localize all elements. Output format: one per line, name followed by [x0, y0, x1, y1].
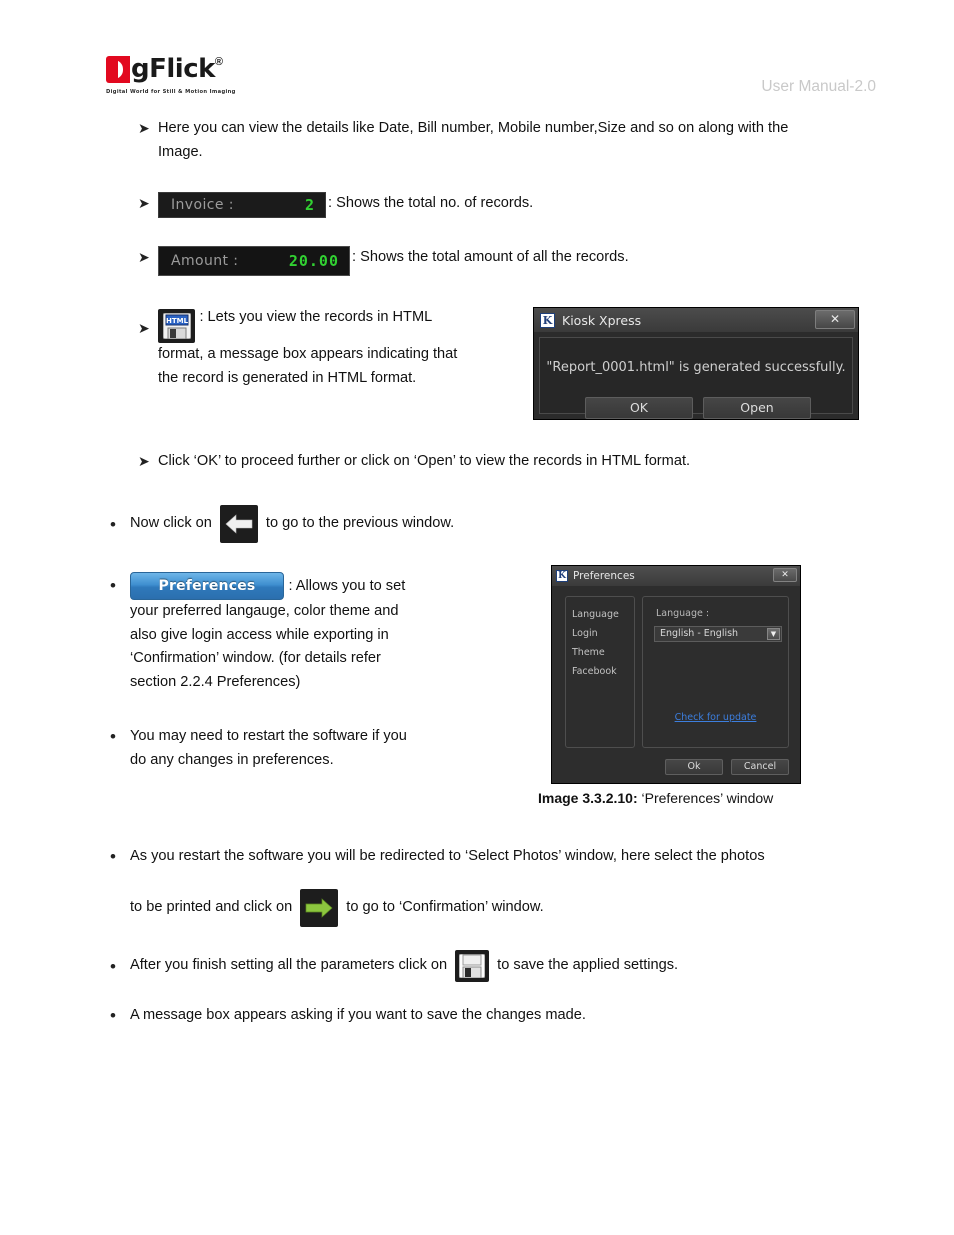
cancel-button[interactable]: Cancel	[731, 759, 789, 775]
open-button[interactable]: Open	[703, 397, 811, 419]
preferences-button-row: Ok Cancel	[665, 759, 789, 775]
page-header: gFlick ® Digital World for Still & Motio…	[0, 0, 954, 110]
html-save-icon[interactable]: HTML	[158, 309, 195, 343]
caption-text: ‘Preferences’ window	[637, 790, 774, 806]
language-select[interactable]: English - English ▼	[654, 626, 782, 642]
save-prefix-label: After you finish setting all the paramet…	[130, 957, 448, 974]
image-caption: Image 3.3.2.10: ‘Preferences’ window	[538, 790, 773, 806]
list-item-html-export: ➤ HTML : Lets you view the records in HT…	[138, 306, 478, 390]
close-icon[interactable]: ✕	[773, 568, 797, 582]
manual-version-label: User Manual-2.0	[761, 78, 876, 95]
sidebar-item-theme[interactable]: Theme	[572, 643, 634, 662]
kiosk-dialog-body: "Report_0001.html" is generated successf…	[539, 337, 853, 419]
kiosk-dialog-title: Kiosk Xpress	[562, 312, 642, 328]
select-photos-suffix: to go to ‘Confirmation’ window.	[346, 898, 544, 915]
html-export-description: : Lets you view the records in HTML form…	[158, 309, 458, 386]
preferences-titlebar[interactable]: K Preferences ✕	[552, 566, 800, 586]
check-for-update-link[interactable]: Check for update	[643, 712, 788, 723]
arrow-bullet-icon: ➤	[138, 250, 150, 266]
floppy-disk-html-glyph: HTML	[162, 313, 191, 339]
invoice-display-widget: Invoice : 2	[158, 192, 326, 218]
kiosk-dialog-message: "Report_0001.html" is generated successf…	[546, 360, 846, 375]
list-item-message-box: • A message box appears asking if you wa…	[110, 1004, 810, 1028]
svg-text:HTML: HTML	[165, 317, 188, 325]
forward-arrow-button[interactable]	[300, 888, 339, 927]
caption-label: Image 3.3.2.10:	[538, 790, 638, 806]
list-item-ok-open: ➤ Click ‘OK’ to proceed further or click…	[138, 450, 838, 474]
invoice-value: 2	[304, 196, 315, 214]
dot-bullet-icon: •	[110, 576, 116, 595]
dot-bullet-icon: •	[110, 1006, 116, 1025]
invoice-description: : Shows the total no. of records.	[328, 195, 534, 211]
preferences-button[interactable]: Preferences	[130, 572, 284, 600]
preferences-line-3: also give login access while exporting i…	[130, 626, 389, 643]
preferences-description-inline: : Allows you to set	[288, 578, 406, 595]
dot-bullet-icon: •	[110, 514, 116, 534]
back-suffix-label: to go to the previous window.	[265, 515, 455, 532]
list-item-label: Here you can view the details like Date,…	[158, 120, 789, 160]
restart-line-1: You may need to restart the software if …	[130, 728, 407, 744]
preferences-sidebar: Language Login Theme Facebook	[565, 596, 635, 748]
preferences-content: Language Login Theme Facebook Language :…	[552, 586, 800, 783]
list-item-amount: ➤ Amount : 20.00 : Shows the total amoun…	[138, 246, 629, 276]
dot-bullet-icon: •	[110, 956, 116, 976]
amount-display-widget: Amount : 20.00	[158, 246, 350, 276]
preferences-panel: Language : English - English ▼ Check for…	[642, 596, 789, 748]
list-item-preferences: • Preferences : Allows you to set your p…	[110, 572, 550, 694]
arrow-bullet-icon: ➤	[138, 454, 150, 470]
restart-line-2: do any changes in preferences.	[130, 751, 334, 768]
dot-bullet-icon: •	[110, 727, 116, 746]
arrow-bullet-icon: ➤	[138, 196, 150, 212]
language-select-value: English - English	[660, 628, 739, 639]
preferences-window: K Preferences ✕ Language Login Theme Fac…	[551, 565, 801, 784]
back-prefix-label: Now click on	[130, 515, 212, 532]
list-item-save-settings: • After you finish setting all the param…	[110, 950, 678, 982]
logo-wordmark: gFlick ®	[106, 56, 366, 86]
language-field-label: Language :	[656, 608, 710, 619]
arrow-right-icon	[305, 897, 333, 918]
arrow-bullet-icon: ➤	[138, 321, 150, 337]
select-photos-prefix: to be printed and click on	[130, 898, 293, 915]
invoice-label: Invoice :	[171, 197, 234, 213]
kiosk-app-icon: K	[540, 312, 555, 328]
kiosk-xpress-dialog: K Kiosk Xpress ✕ "Report_0001.html" is g…	[533, 307, 859, 420]
amount-description: : Shows the total amount of all the reco…	[352, 249, 629, 265]
logo-d-mark	[106, 56, 130, 83]
close-icon[interactable]: ✕	[815, 310, 855, 329]
list-item-select-photos: • As you restart the software you will b…	[110, 845, 870, 927]
preferences-app-icon: K	[556, 570, 568, 582]
sidebar-item-facebook[interactable]: Facebook	[572, 662, 634, 681]
save-suffix-label: to save the applied settings.	[497, 957, 679, 974]
dgflick-logo: gFlick ® Digital World for Still & Motio…	[106, 56, 366, 95]
select-photos-line-1: As you restart the software you will be …	[130, 848, 765, 864]
preferences-window-title: Preferences	[573, 570, 635, 582]
back-arrow-button[interactable]	[219, 505, 258, 543]
logo-text: gFlick	[131, 54, 215, 84]
list-item-restart-notice: • You may need to restart the software i…	[110, 725, 530, 772]
arrow-bullet-icon: ➤	[138, 121, 150, 137]
list-item-back-navigation: • Now click on to go to the previous win…	[110, 505, 454, 543]
arrow-left-icon	[225, 514, 253, 534]
chevron-down-icon[interactable]: ▼	[767, 628, 780, 640]
preferences-line-5: section 2.2.4 Preferences)	[130, 673, 301, 690]
registered-trademark-icon: ®	[214, 56, 224, 68]
amount-value: 20.00	[288, 252, 339, 270]
save-button[interactable]	[455, 950, 490, 982]
list-item-invoice: ➤ Invoice : 2 : Shows the total no. of r…	[138, 192, 533, 218]
amount-label: Amount :	[171, 253, 239, 269]
logo-tagline: Digital World for Still & Motion Imaging	[106, 89, 236, 95]
list-item-view-details: ➤ Here you can view the details like Dat…	[138, 117, 838, 164]
ok-button[interactable]: OK	[585, 397, 693, 419]
sidebar-item-login[interactable]: Login	[572, 624, 634, 643]
preferences-line-2: your preferred langauge, color theme and	[130, 603, 399, 619]
ok-button[interactable]: Ok	[665, 759, 723, 775]
preferences-line-4: ‘Confirmation’ window. (for details refe…	[130, 650, 381, 666]
kiosk-dialog-titlebar[interactable]: K Kiosk Xpress ✕	[534, 308, 858, 332]
message-box-description: A message box appears asking if you want…	[130, 1007, 586, 1023]
floppy-disk-icon	[459, 954, 486, 978]
dot-bullet-icon: •	[110, 847, 116, 866]
sidebar-item-language[interactable]: Language	[572, 605, 634, 624]
ok-open-description: Click ‘OK’ to proceed further or click o…	[158, 453, 691, 469]
